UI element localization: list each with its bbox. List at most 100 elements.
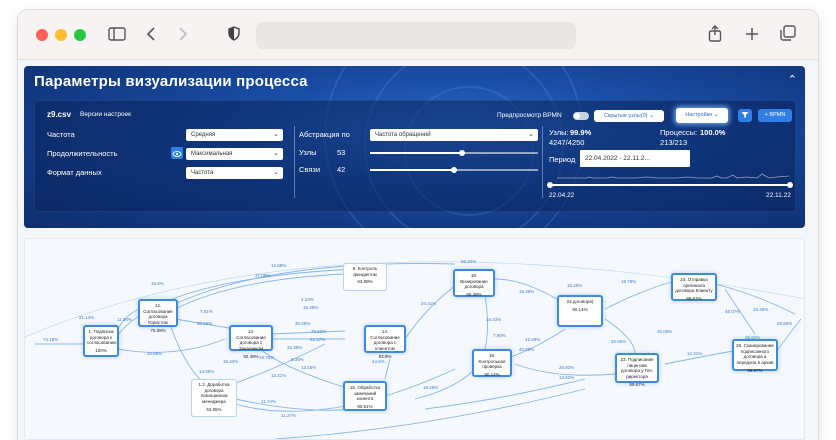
graph-node[interactable]: 13. Согласование договора с Заказчиком 92… (229, 325, 273, 359)
graph-node[interactable]: 24. Отправка оригинала договора Клиенту 8… (671, 273, 717, 301)
nodes-slider-value: 53 (337, 148, 346, 157)
browser-window: Параметры визуализации процесса ⌃ z9.csv… (18, 10, 818, 440)
period-input[interactable]: 22.04.2022 - 22.11.2... (580, 150, 690, 167)
graph-node[interactable]: 18. Визирование договора 86.38% (453, 269, 495, 297)
edge (269, 330, 346, 335)
links-slider[interactable] (370, 167, 538, 173)
filter-icon[interactable] (738, 109, 752, 122)
period-end-date: 22.11.22 (766, 192, 791, 199)
edge-label: 42.49% (525, 337, 541, 342)
stats-nodes-count: 4247/4250 (549, 138, 585, 147)
settings-card: z9.csv Версии настроек Частота Средняя ⌄ … (34, 100, 796, 212)
edge-label: 11.98% (117, 317, 132, 322)
edge-label: 76.53% (311, 329, 327, 334)
address-bar[interactable] (256, 22, 576, 49)
slider-fill (370, 169, 454, 171)
page-content: Параметры визуализации процесса ⌃ z9.csv… (24, 66, 814, 440)
stats-nodes-label: Узлы: (549, 128, 569, 137)
edge (234, 398, 356, 411)
edge-label: 11.27% (281, 413, 296, 418)
zoom-window-button[interactable] (74, 29, 86, 41)
duration-select[interactable]: Максимальная ⌄ (186, 148, 283, 160)
edge-label: 15.49% (567, 283, 583, 288)
chevron-up-icon[interactable]: ⌃ (788, 73, 797, 86)
sidebar-icon[interactable] (108, 25, 126, 45)
minimize-window-button[interactable] (55, 29, 67, 41)
settings-button[interactable]: Настройки ⌄ (676, 108, 728, 123)
chevron-right-icon[interactable] (178, 25, 188, 45)
param-label: Частота (47, 130, 75, 139)
edge-label: 74.18% (43, 337, 59, 342)
graph-node[interactable]: 22 договора) 90.14% (557, 295, 603, 327)
graph-node[interactable]: 23. Подписание лицензии договора у Ген. … (615, 353, 659, 387)
edge-label: 7.98% (493, 333, 506, 338)
period-range-slider[interactable] (547, 182, 793, 188)
graph-node[interactable]: 9. Контроль финдиктом 63.89% (343, 263, 387, 291)
edge-label: 56.34% (461, 259, 477, 264)
graph-node[interactable]: 1.2. Доработка договора помощником менед… (191, 379, 237, 417)
range-start-knob[interactable] (547, 182, 553, 188)
graph-edges (25, 261, 804, 439)
edge-label: 11.74% (261, 399, 276, 404)
edge-label: 25.82% (559, 365, 575, 370)
plus-icon[interactable] (745, 25, 759, 45)
chevron-down-icon: ⌄ (273, 169, 279, 176)
eye-icon[interactable] (171, 147, 183, 159)
visualization-settings-panel: Параметры визуализации процесса ⌃ z9.csv… (24, 66, 805, 228)
close-window-button[interactable] (36, 29, 48, 41)
data-format-select[interactable]: Частота ⌄ (186, 167, 283, 179)
graph-node[interactable]: 12. Согласование договора Юристом 76.08% (138, 299, 178, 333)
edge (174, 263, 456, 305)
edge-label: 40.85% (519, 347, 535, 352)
graph-node[interactable]: 19. Контрольная проверка 90.14% (472, 349, 512, 377)
edge-label: 16.9% (151, 281, 164, 286)
settings-versions-link[interactable]: Версии настроек (80, 111, 131, 118)
slider-knob[interactable] (459, 150, 466, 156)
chevron-down-icon: ⌄ (273, 150, 279, 157)
shield-icon (228, 25, 240, 45)
nodes-slider[interactable] (370, 150, 538, 156)
edge-label: 12.68% (271, 263, 287, 268)
tabs-icon[interactable] (780, 25, 796, 45)
edge-label: 30.05% (295, 321, 311, 326)
graph-node[interactable]: 14. Согласование договора с клиентом 93.9… (364, 325, 406, 359)
divider (294, 126, 295, 198)
graph-node[interactable]: 1. Подписка договора к согласованию 100% (83, 325, 119, 357)
edge-label: 32.86% (611, 339, 627, 344)
period-start-date: 22.04.22 (549, 192, 575, 199)
edge-label: 32.39% (287, 345, 303, 350)
edge (117, 338, 226, 353)
edge (424, 378, 586, 410)
stats-processes-count: 213/213 (660, 138, 688, 147)
browser-toolbar (18, 10, 818, 60)
nodes-slider-label: Узлы (299, 148, 317, 157)
activity-sparkline (557, 173, 790, 179)
frequency-select[interactable]: Средняя ⌄ (186, 129, 283, 141)
edge-label: 13.15% (301, 365, 317, 370)
edge-label: 30.05% (657, 329, 673, 334)
edge-label: 45.07% (725, 309, 741, 314)
hidden-nodes-button[interactable]: Скрытые узлы(0) ⌄ (594, 110, 664, 122)
bpmn-button[interactable]: + BPMN (758, 109, 792, 122)
param-label: Продолжительность (47, 149, 118, 158)
chevron-left-icon[interactable] (146, 25, 156, 45)
edge-label: 15.49% (753, 307, 769, 312)
edge-label: 7.51% (200, 309, 213, 314)
edge (384, 358, 391, 380)
share-icon[interactable] (708, 25, 722, 46)
abstraction-label: Абстракция по (299, 130, 350, 139)
edge-label: 19.25% (423, 385, 439, 390)
edge-label: 15.49% (519, 289, 535, 294)
edge (404, 283, 458, 340)
abstraction-select[interactable]: Частота обращений ⌄ (370, 129, 538, 141)
process-graph[interactable]: 1. Подписка договора к согласованию 100% … (24, 238, 805, 440)
graph-node[interactable]: 26. Сканирование подписанного договора и… (732, 339, 778, 373)
bpmn-preview-toggle[interactable] (573, 112, 589, 120)
range-end-knob[interactable] (787, 182, 793, 188)
edge-label: 16.43% (223, 359, 239, 364)
edge-label: 21.13% (79, 315, 95, 320)
edge-label: 36.62% (745, 335, 761, 340)
graph-node[interactable]: 15. Обработка замечаний клиента 90.61% (343, 381, 387, 411)
slider-knob[interactable] (451, 167, 457, 173)
divider (542, 126, 543, 198)
